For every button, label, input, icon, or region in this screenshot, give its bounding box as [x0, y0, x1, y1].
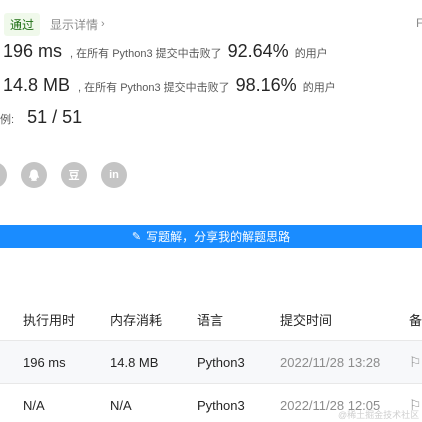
row-runtime: N/A — [23, 398, 45, 413]
show-details-label: 显示详情 — [50, 17, 99, 32]
chevron-right-icon: › — [101, 18, 105, 30]
write-solution-label: 写题解，分享我的解题思路 — [146, 230, 291, 244]
flag-icon[interactable]: ⚐ — [409, 341, 422, 383]
table-header-row: 执行用时 内存消耗 语言 提交时间 备 — [0, 299, 422, 341]
douban-share-button[interactable]: 豆 — [61, 162, 87, 188]
row-language: Python3 — [197, 354, 245, 370]
row-memory: 14.8 MB — [110, 354, 159, 370]
show-details-link[interactable]: 显示详情 › — [50, 16, 105, 33]
submissions-table: 执行用时 内存消耗 语言 提交时间 备 196 ms 14.8 MB Pytho… — [0, 299, 422, 422]
header-submit-time: 提交时间 — [280, 313, 333, 328]
memory-percent: 98.16% — [235, 75, 297, 95]
linkedin-share-button[interactable]: in — [101, 162, 127, 188]
test-cases-stat: 例: 51 / 51 — [0, 107, 82, 133]
header-notes: 备 — [409, 313, 422, 328]
qq-icon — [28, 169, 40, 181]
qq-share-button[interactable] — [21, 162, 47, 188]
header-language: 语言 — [197, 313, 224, 328]
write-solution-button[interactable]: ✎ 写题解，分享我的解题思路 — [0, 225, 422, 248]
memory-suffix: 的用户 — [302, 82, 336, 94]
header-runtime: 执行用时 — [23, 313, 76, 328]
wechat-icon — [0, 168, 1, 182]
row-memory: N/A — [110, 398, 132, 413]
test-cases-label: 例: — [0, 114, 15, 126]
header-memory: 内存消耗 — [110, 313, 163, 328]
linkedin-icon: in — [109, 169, 119, 181]
truncated-text: F — [416, 16, 422, 30]
memory-stat: 14.8 MB , 在所有 Python3 提交中击败了 98.16% 的用户 — [3, 75, 336, 101]
runtime-stat: 196 ms , 在所有 Python3 提交中击败了 92.64% 的用户 — [3, 41, 328, 67]
wechat-share-button[interactable] — [0, 162, 7, 188]
memory-prefix: , 在所有 Python3 提交中击败了 — [78, 82, 230, 94]
status-badge: 通过 — [4, 12, 41, 36]
row-language: Python3 — [197, 398, 245, 413]
memory-value: 14.8 MB — [3, 75, 71, 95]
runtime-prefix: , 在所有 Python3 提交中击败了 — [70, 48, 222, 60]
share-bar: 豆 in — [0, 162, 422, 190]
douban-icon: 豆 — [68, 170, 80, 182]
test-cases-value: 51 / 51 — [27, 107, 83, 127]
pencil-icon: ✎ — [131, 231, 142, 243]
table-row[interactable]: 196 ms 14.8 MB Python3 2022/11/28 13:28 … — [0, 341, 422, 384]
submission-header: 通过 显示详情 › — [4, 12, 105, 36]
watermark: @稀土掘金技术社区 — [338, 410, 420, 420]
row-runtime: 196 ms — [23, 354, 66, 370]
runtime-percent: 92.64% — [227, 41, 289, 61]
row-submit-time: 2022/11/28 13:28 — [280, 354, 381, 370]
runtime-suffix: 的用户 — [294, 48, 328, 60]
runtime-value: 196 ms — [3, 41, 63, 61]
